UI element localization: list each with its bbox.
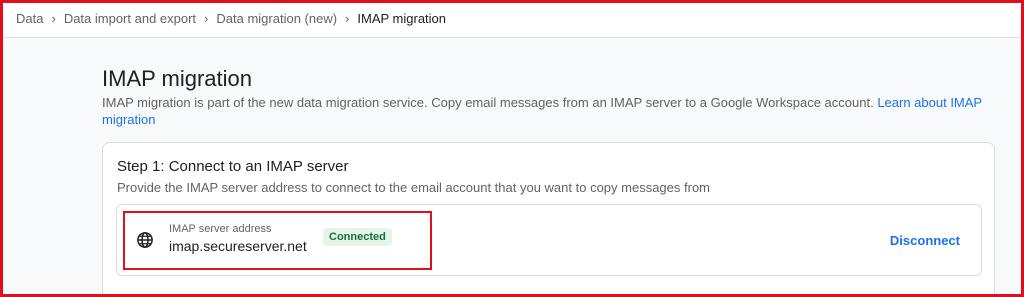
breadcrumb: Data › Data import and export › Data mig… — [0, 0, 1024, 38]
page-description: IMAP migration is part of the new data m… — [102, 94, 992, 128]
step1-card: Step 1: Connect to an IMAP server Provid… — [102, 142, 995, 297]
disconnect-button[interactable]: Disconnect — [890, 233, 960, 248]
globe-icon — [137, 232, 153, 248]
imap-server-label: IMAP server address — [169, 223, 272, 235]
step1-description: Provide the IMAP server address to conne… — [117, 180, 711, 195]
main-content: IMAP migration IMAP migration is part of… — [0, 39, 1024, 297]
imap-server-value: imap.secureserver.net — [169, 238, 307, 254]
status-badge: Connected — [323, 228, 392, 246]
breadcrumb-current: IMAP migration — [357, 11, 447, 26]
breadcrumb-item-data-migration[interactable]: Data migration (new) — [216, 11, 337, 26]
breadcrumb-item-data[interactable]: Data — [16, 11, 43, 26]
chevron-right-icon: › — [204, 11, 209, 26]
step1-title: Step 1: Connect to an IMAP server — [117, 158, 349, 175]
chevron-right-icon: › — [51, 11, 56, 26]
imap-server-row: IMAP server address imap.secureserver.ne… — [116, 204, 982, 276]
page-description-text: IMAP migration is part of the new data m… — [102, 95, 874, 110]
page-title: IMAP migration — [102, 66, 252, 91]
chevron-right-icon: › — [345, 11, 350, 26]
breadcrumb-item-data-import-export[interactable]: Data import and export — [64, 11, 196, 26]
